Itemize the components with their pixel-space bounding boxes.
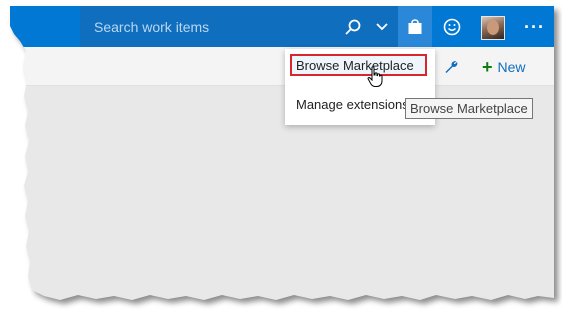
wrench-icon[interactable] (443, 59, 459, 75)
menu-item-browse-marketplace[interactable]: Browse Marketplace (290, 54, 427, 76)
app-window: Search work items ··· + New Browse Marke… (10, 6, 554, 301)
screenshot-page: Search work items ··· + New Browse Marke… (0, 0, 562, 310)
new-button[interactable]: + New (482, 56, 526, 78)
menu-item-label: Browse Marketplace (296, 58, 414, 73)
search-icon[interactable] (344, 18, 362, 36)
smiley-icon[interactable] (443, 18, 461, 36)
new-button-label: New (497, 59, 526, 75)
more-ellipsis-icon[interactable]: ··· (524, 24, 545, 30)
shopping-bag-icon[interactable] (407, 18, 423, 35)
toolbar (10, 47, 554, 86)
user-avatar[interactable] (481, 16, 505, 40)
plus-icon: + (482, 57, 493, 77)
chevron-down-icon[interactable] (375, 20, 389, 34)
menu-item-manage-extensions[interactable]: Manage extensions (296, 97, 409, 112)
hand-cursor-icon (367, 66, 383, 88)
avatar-face (487, 20, 499, 35)
search-input[interactable]: Search work items (94, 19, 209, 35)
tooltip: Browse Marketplace (405, 98, 533, 119)
